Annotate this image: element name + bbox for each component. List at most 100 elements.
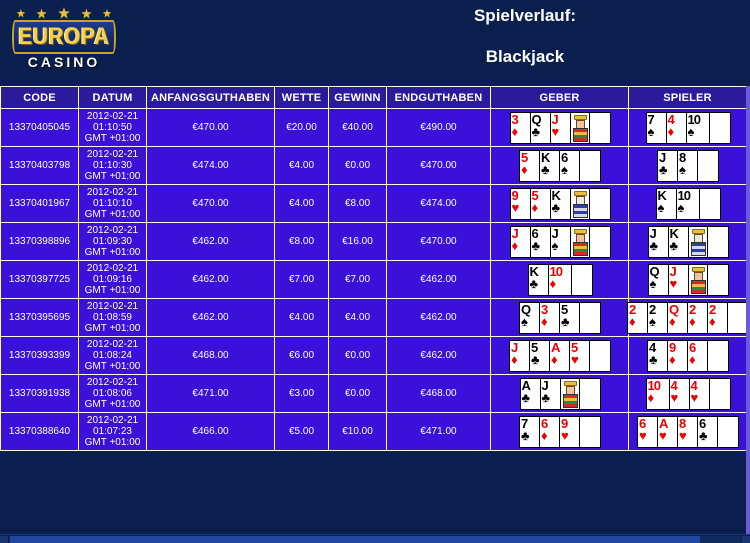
dealer-hand: 9 ♥ 5 ♦ K ♣: [494, 187, 625, 220]
card-slot-empty: [706, 263, 729, 296]
cell-spieler-cards: 2 ♦ 2 ♠ Q ♦ 2 ♦ 2 ♦: [627, 298, 746, 337]
cell-endguthaben: €471.00: [386, 412, 491, 451]
playing-card: 6 ♥: [637, 415, 658, 448]
column-header-wette[interactable]: WETTE: [274, 86, 329, 109]
table-body: 13370405045 2012-02-21 01:10:50 GMT +01:00 €…: [0, 108, 746, 451]
cell-code: 13370405045: [0, 108, 79, 147]
datum-date: 2012-02-21: [86, 111, 139, 122]
card-suit-icon: ♦: [689, 351, 696, 367]
dealer-hand: 7 ♣ 6 ♦ 9 ♥: [494, 415, 625, 448]
card-suit-icon: ♦: [511, 123, 519, 139]
column-header-code[interactable]: CODE: [0, 86, 79, 109]
face-card-picture: [569, 225, 590, 258]
cell-gewinn: €7.00: [328, 260, 387, 299]
cell-gewinn: €0.00: [328, 336, 387, 375]
vertical-scrollbar[interactable]: [746, 86, 750, 535]
dealer-hand: 3 ♦ Q ♣ J ♥: [494, 111, 625, 144]
datum-time: 01:09:30: [93, 236, 132, 247]
playing-card: 9 ♥: [509, 187, 531, 220]
cell-anfangsguthaben: €470.00: [146, 184, 275, 223]
table-header: CODE DATUM ANFANGSGUTHABEN WETTE GEWINN …: [0, 86, 746, 109]
table-row[interactable]: 13370398896 2012-02-21 01:09:30 GMT +01:00 €…: [0, 222, 746, 261]
datum-tz: GMT +01:00: [84, 247, 141, 258]
card-suit-icon: ♥: [670, 389, 679, 405]
scroll-left-arrow-icon[interactable]: [0, 536, 8, 543]
court-figure-icon: [572, 228, 588, 256]
column-header-endguthaben[interactable]: ENDGUTHABEN: [386, 86, 491, 109]
playing-card: J ♦: [509, 339, 530, 372]
history-table-container[interactable]: CODE DATUM ANFANGSGUTHABEN WETTE GEWINN …: [0, 86, 746, 535]
table-row[interactable]: 13370403798 2012-02-21 01:10:30 GMT +01:00 €…: [0, 146, 746, 185]
cell-anfangsguthaben: €468.00: [146, 336, 275, 375]
dealer-hand: Q ♠ 3 ♦ 5 ♣: [494, 301, 625, 334]
cell-code: 13370401967: [0, 184, 79, 223]
playing-card: 9 ♥: [559, 415, 580, 448]
player-hand: 6 ♥ A ♥ 8 ♥ 6 ♣: [632, 415, 743, 448]
column-header-datum[interactable]: DATUM: [78, 86, 147, 109]
table-row[interactable]: 13370401967 2012-02-21 01:10:10 GMT +01:00 €…: [0, 184, 746, 223]
cell-code: 13370388640: [0, 412, 79, 451]
player-hand: 10 ♦ 4 ♥ 4 ♥: [632, 377, 743, 410]
table-row[interactable]: 13370388640 2012-02-21 01:07:23 GMT +01:00 €…: [0, 412, 746, 451]
playing-card: 5 ♦: [519, 149, 540, 182]
datum-time: 01:08:59: [93, 312, 132, 323]
card-slot-empty: [708, 111, 731, 144]
datum-time: 01:08:06: [93, 388, 132, 399]
card-slot-empty: [697, 149, 719, 182]
column-header-geber[interactable]: GEBER: [490, 86, 629, 109]
cell-anfangsguthaben: €471.00: [146, 374, 275, 413]
card-slot-empty: [698, 187, 721, 220]
logo-stars: ★ ★ ★ ★ ★: [16, 6, 112, 21]
playing-card: 10 ♦: [645, 377, 670, 410]
column-header-gewinn[interactable]: GEWINN: [328, 86, 387, 109]
cell-datum: 2012-02-21 01:07:23 GMT +01:00: [78, 412, 147, 451]
table-row[interactable]: 13370405045 2012-02-21 01:10:50 GMT +01:00 €…: [0, 108, 746, 147]
playing-card: A ♣: [519, 377, 541, 410]
playing-card: 3 ♦: [509, 111, 531, 144]
card-suit-icon: ♦: [669, 351, 676, 367]
logo-subtitle: CASINO: [27, 54, 101, 70]
table-row[interactable]: 13370393399 2012-02-21 01:08:24 GMT +01:00 €…: [0, 336, 746, 375]
card-suit-icon: ♦: [511, 351, 518, 367]
cell-geber-cards: 5 ♦ K ♣ 6 ♠: [490, 146, 629, 185]
datum-time: 01:07:23: [93, 426, 132, 437]
datum-tz: GMT +01:00: [84, 133, 141, 144]
cell-gewinn: €40.00: [328, 108, 387, 147]
card-suit-icon: ♣: [659, 161, 668, 177]
page-subtitle: Blackjack: [485, 47, 565, 66]
table-row[interactable]: 13370397725 2012-02-21 01:09:16 GMT +01:00 €…: [0, 260, 746, 299]
table-row[interactable]: 13370395695 2012-02-21 01:08:59 GMT +01:00 €…: [0, 298, 746, 337]
playing-card: 7 ♣: [519, 415, 540, 448]
playing-card: J ♣: [657, 149, 678, 182]
cell-wette: €6.00: [274, 336, 329, 375]
card-slot-empty: [579, 149, 601, 182]
playing-card: 4 ♣: [647, 339, 668, 372]
datum-tz: GMT +01:00: [84, 285, 141, 296]
dealer-hand: J ♦ 6 ♣ J ♠: [494, 225, 625, 258]
card-suit-icon: ♦: [521, 161, 528, 177]
scroll-right-arrow-icon[interactable]: [742, 536, 750, 543]
datum-date: 2012-02-21: [86, 415, 139, 426]
horizontal-scrollbar[interactable]: [0, 534, 750, 543]
cell-geber-cards: 7 ♣ 6 ♦ 9 ♥: [490, 412, 629, 451]
player-hand: 4 ♣ 9 ♦ 6 ♦: [632, 339, 743, 372]
table-row[interactable]: 13370391938 2012-02-21 01:08:06 GMT +01:00 €…: [0, 374, 746, 413]
scrollbar-thumb[interactable]: [10, 536, 700, 543]
card-suit-icon: ♣: [649, 237, 659, 253]
cell-datum: 2012-02-21 01:09:16 GMT +01:00: [78, 260, 147, 299]
playing-card: J ♥: [549, 111, 571, 144]
playing-card: 2 ♦: [627, 301, 648, 334]
dealer-hand: J ♦ 5 ♣ A ♦ 5 ♥: [494, 339, 625, 372]
column-header-spieler[interactable]: SPIELER: [628, 86, 746, 109]
cell-wette: €20.00: [274, 108, 329, 147]
cell-wette: €3.00: [274, 374, 329, 413]
column-header-anfangsguthaben[interactable]: ANFANGSGUTHABEN: [146, 86, 275, 109]
card-suit-icon: ♥: [571, 351, 579, 367]
datum-tz: GMT +01:00: [84, 437, 141, 448]
court-figure-icon: [690, 266, 706, 294]
playing-card: 6 ♣: [697, 415, 718, 448]
datum-time: 01:10:30: [93, 160, 132, 171]
card-suit-icon: ♦: [709, 313, 716, 329]
card-suit-icon: ♥: [561, 427, 569, 443]
playing-card: Q ♣: [529, 111, 551, 144]
